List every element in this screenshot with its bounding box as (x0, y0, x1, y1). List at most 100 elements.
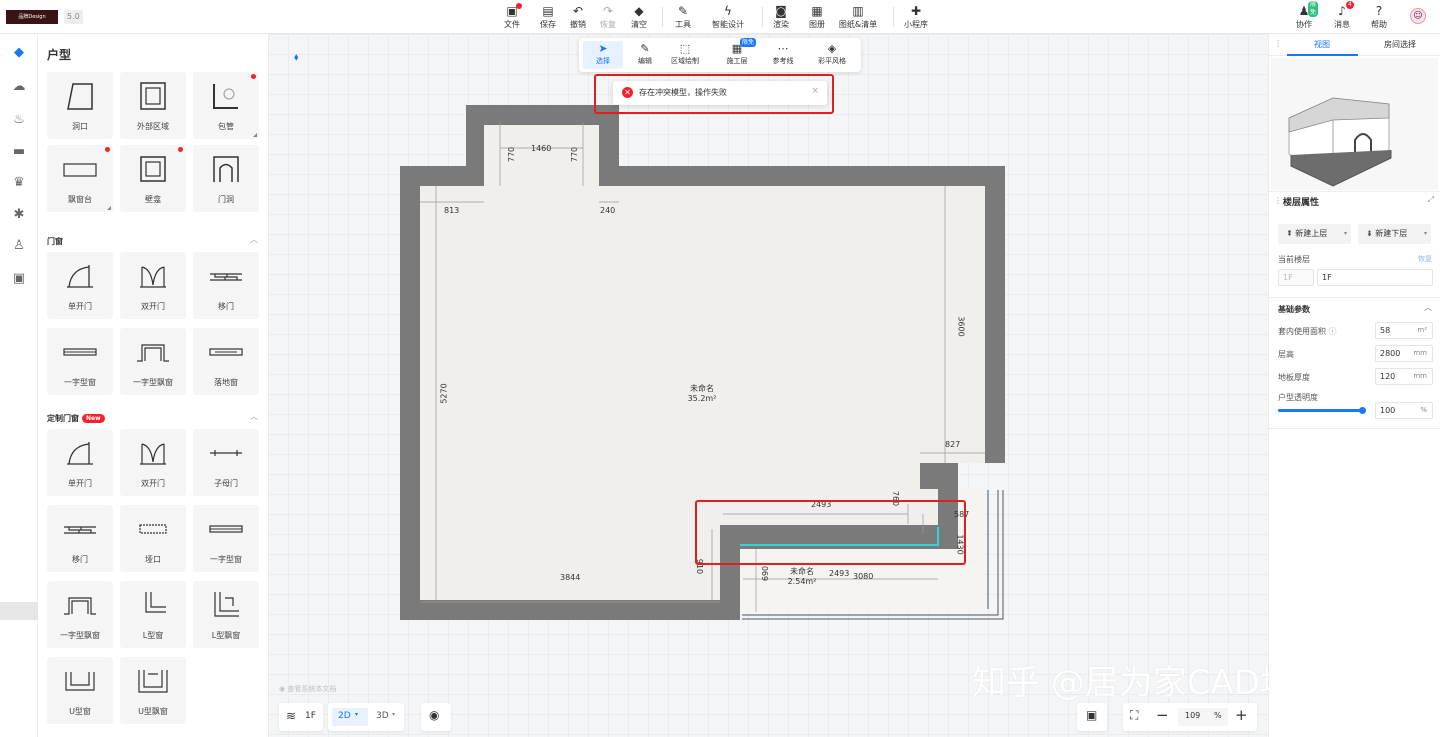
bay-window-sill-card[interactable]: 飘窗台 (47, 145, 113, 212)
custom-straight-bay-window-card[interactable]: 一字型飘窗 (47, 581, 113, 648)
floor-height-input[interactable]: 2800 mm (1375, 345, 1433, 362)
mode-2d-button[interactable]: 2D (338, 711, 351, 721)
toolbar-divider (662, 7, 663, 27)
custom-u-window-card[interactable]: U型窗 (47, 657, 113, 724)
restore-link[interactable]: 恢复 (1418, 254, 1432, 264)
straight-bay-window-card[interactable]: 一字型飘窗 (120, 328, 186, 395)
tab-view[interactable]: 视图 (1314, 39, 1330, 50)
sliding-door-icon (64, 526, 96, 534)
custom-l-bay-window-card[interactable]: L型飘窗 (193, 581, 259, 648)
area-draw-icon: ⬚ (679, 42, 691, 55)
floor-switch[interactable]: ≋ 1F (279, 703, 323, 731)
person-category-icon[interactable]: ♙ (10, 237, 28, 255)
usable-area-input[interactable]: 58 m² (1375, 322, 1433, 339)
straight-window-card[interactable]: 一字型窗 (47, 328, 113, 395)
chevron-up-icon[interactable]: ︿ (250, 234, 258, 245)
lock-button[interactable]: ▣ (1077, 703, 1107, 731)
furniture-category-icon[interactable]: ▬ (10, 143, 28, 161)
double-door-card[interactable]: 双开门 (120, 252, 186, 319)
visibility-button[interactable]: ◉ (421, 703, 451, 731)
floor-window-card[interactable]: 落地窗 (193, 328, 259, 395)
help-hint[interactable]: ◉ 查看系统本文档 (279, 684, 336, 694)
zoom-out-button[interactable]: − (1156, 706, 1169, 724)
single-door-card[interactable]: 单开门 (47, 252, 113, 319)
render-button[interactable]: ◙ 渲染 (766, 4, 796, 30)
limited-free-badge: 限免 (740, 38, 757, 47)
color-plan-style-tool[interactable]: ◈ 彩平风格 (809, 41, 855, 66)
sliding-door-card[interactable]: 移门 (193, 252, 259, 319)
mode-3d-button[interactable]: 3D (376, 711, 389, 721)
chevron-up-icon[interactable]: ︿ (250, 411, 258, 422)
cabinet-category-icon[interactable]: ▣ (10, 270, 28, 288)
edit-tool[interactable]: ✎ 编辑 (625, 41, 665, 66)
floor-name-input[interactable]: 1F (1317, 269, 1433, 286)
double-door-icon (140, 443, 166, 465)
mini-program-button[interactable]: ✚ 小程序 (901, 4, 931, 30)
app-logo: 品牌Design (6, 10, 58, 24)
room-label[interactable]: 未命名 35.2m² (680, 383, 724, 403)
custom-sliding-door-card[interactable]: 移门 (47, 505, 113, 572)
redo-button[interactable]: ↷ 恢复 (593, 4, 623, 30)
ceiling-category-icon[interactable]: ☁ (10, 78, 28, 96)
3d-preview[interactable] (1271, 58, 1438, 190)
fit-view-icon[interactable]: ⛶ (1130, 708, 1138, 723)
custom-pass-opening-card[interactable]: 垭口 (120, 505, 186, 572)
dimension-label: 770 (507, 146, 517, 163)
single-door-icon (67, 265, 93, 288)
tools-button[interactable]: ✎ 工具 (668, 4, 698, 30)
expand-icon[interactable]: ⤢ (1428, 195, 1434, 205)
floor-thickness-input[interactable]: 120 mm (1375, 368, 1433, 385)
panel-handle-icon[interactable]: ⋮ (1274, 196, 1282, 205)
doorway-card[interactable]: 门洞 (193, 145, 259, 212)
lamp-category-icon[interactable]: ♨ (10, 111, 28, 129)
decor-category-icon[interactable]: ♛ (10, 174, 28, 192)
niche-card[interactable]: 壁龛 (120, 145, 186, 212)
opacity-slider[interactable] (1278, 407, 1366, 414)
construction-layer-tool[interactable]: ▦ 施工层 限免 (717, 38, 757, 66)
zoom-controls: ⛶ − 109 % + (1123, 703, 1257, 731)
new-lower-floor-button[interactable]: ⇟ 新建下层 ▾ (1358, 224, 1431, 244)
pipe-box-card[interactable]: 包管 (193, 72, 259, 139)
expand-corner (253, 133, 257, 137)
smart-design-button[interactable]: ϟ 智能设计 (710, 4, 746, 30)
room-label[interactable]: 未命名 2.54m² (780, 566, 824, 586)
custom-l-window-card[interactable]: L型窗 (120, 581, 186, 648)
custom-straight-window-card[interactable]: 一字型窗 (193, 505, 259, 572)
select-tool[interactable]: ➤ 选择 (583, 41, 623, 69)
collaborate-button[interactable]: ♟ 协作 限免 (1291, 1, 1319, 30)
album-button[interactable]: ▦ 图册 (802, 4, 832, 30)
layout-category-icon[interactable]: ◆ (10, 44, 28, 62)
clear-button[interactable]: ◆ 清空 (624, 4, 654, 30)
panel-handle-icon[interactable]: ⋮ (1274, 39, 1282, 48)
opacity-slider-thumb[interactable] (1359, 407, 1366, 414)
new-upper-floor-button[interactable]: ⇞ 新建上层 ▾ (1278, 224, 1351, 244)
custom-single-door-card[interactable]: 单开门 (47, 429, 113, 496)
floor-plan[interactable] (268, 34, 1269, 737)
help-button[interactable]: ? 帮助 (1366, 4, 1392, 30)
custom-mother-child-door-card[interactable]: 子母门 (193, 429, 259, 496)
usable-area-label: 套内使用面积 ⓘ (1278, 327, 1337, 336)
user-avatar[interactable]: ☺ (1410, 8, 1426, 24)
camera-icon: ◙ (775, 4, 787, 18)
file-button[interactable]: ▣ 文件 (497, 4, 527, 30)
save-button[interactable]: ▤ 保存 (533, 4, 563, 30)
l-bay-window-icon (214, 592, 239, 617)
zoom-in-button[interactable]: + (1235, 706, 1248, 724)
redo-icon: ↷ (602, 4, 614, 18)
messages-button[interactable]: ♪ 消息 4 (1329, 1, 1355, 30)
area-draw-tool[interactable]: ⬚ 区域绘制 (663, 41, 707, 66)
custom-double-door-card[interactable]: 双开门 (120, 429, 186, 496)
opacity-input[interactable]: 100% (1375, 402, 1433, 419)
dimension-label: 3844 (560, 573, 581, 582)
chevron-up-icon[interactable]: ︿ (1424, 302, 1432, 313)
floor-code-input[interactable]: 1F (1278, 269, 1314, 286)
design-canvas[interactable]: ⬧ 1460 770 770 813 240 3600 5270 827 760… (268, 34, 1269, 737)
custom-u-bay-window-card[interactable]: U型飘窗 (120, 657, 186, 724)
tree-category-icon[interactable]: ✱ (10, 206, 28, 224)
tab-room-select[interactable]: 房间选择 (1384, 39, 1416, 50)
opening-card[interactable]: 洞口 (47, 72, 113, 139)
external-area-card[interactable]: 外部区域 (120, 72, 186, 139)
undo-button[interactable]: ↶ 撤销 (563, 4, 593, 30)
guide-line-tool[interactable]: ⋯ 参考线 (763, 41, 803, 66)
drawing-list-button[interactable]: ▥ 图纸&清单 (838, 4, 878, 30)
